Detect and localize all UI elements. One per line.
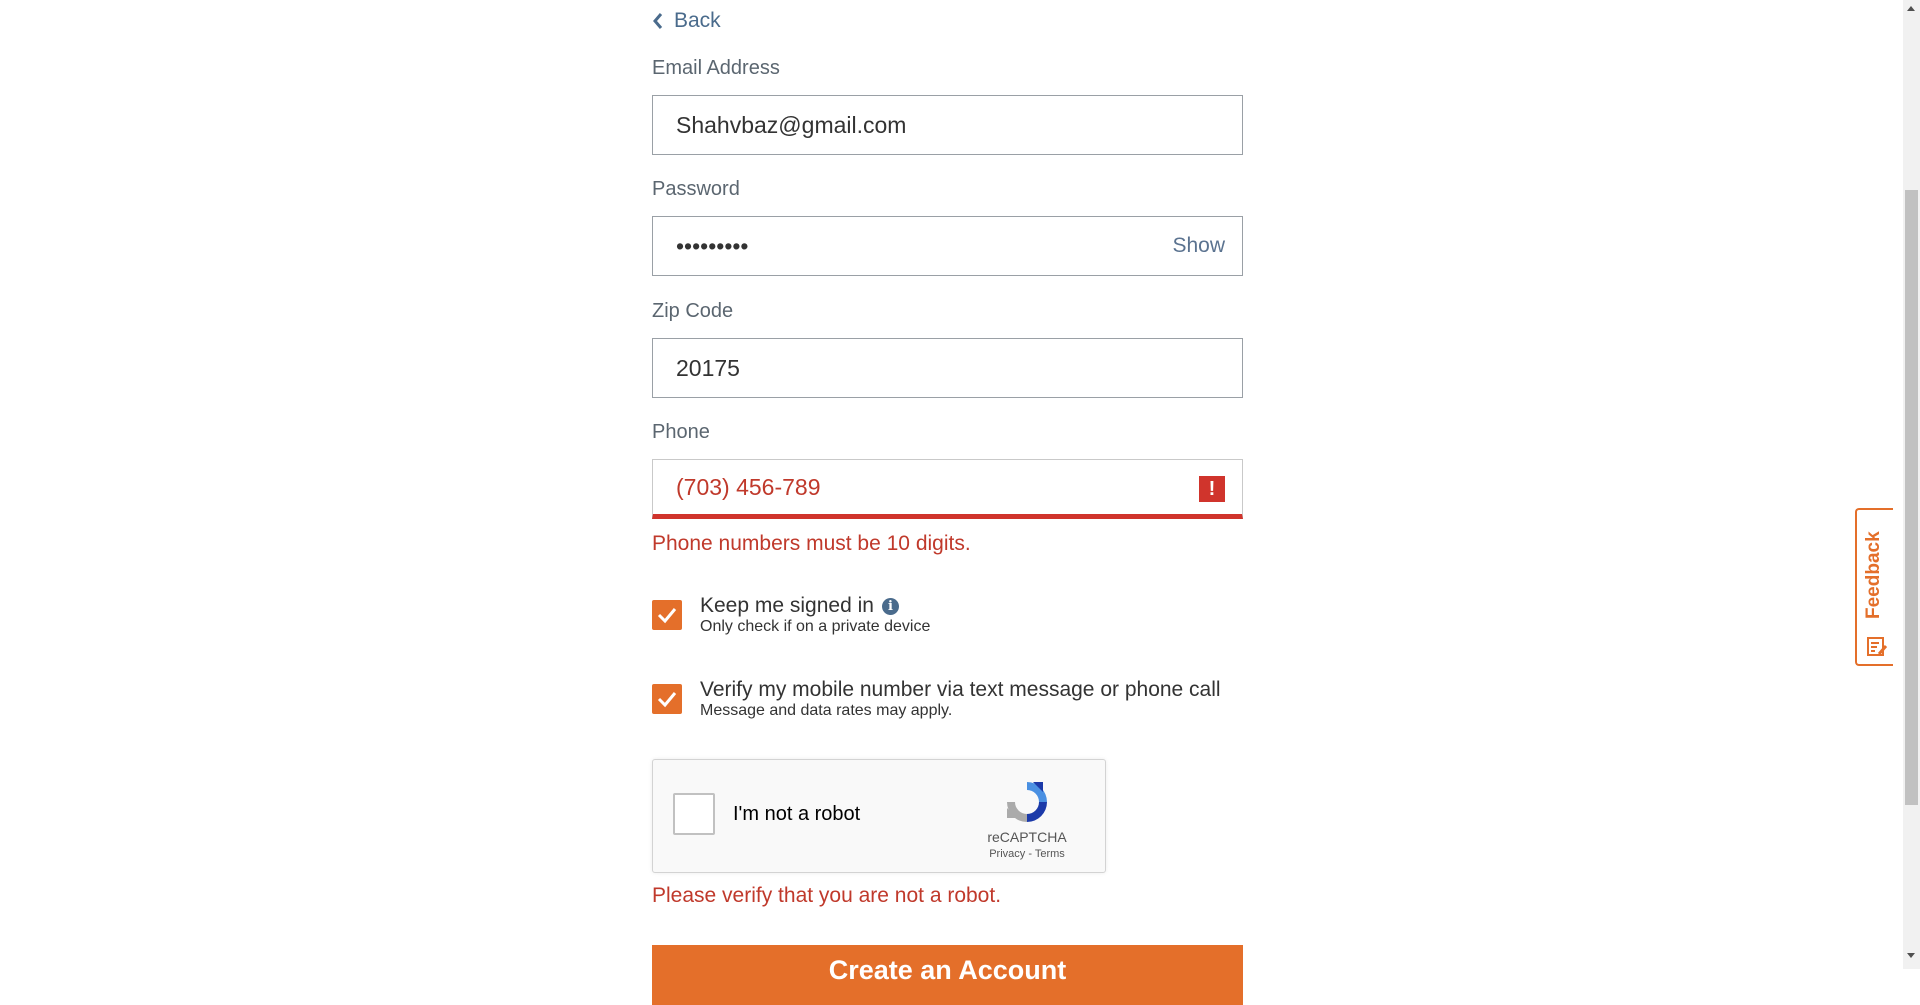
scroll-down-arrow-icon[interactable] bbox=[1907, 953, 1915, 958]
phone-error-message: Phone numbers must be 10 digits. bbox=[652, 532, 971, 555]
checkmark-icon bbox=[657, 608, 677, 624]
create-account-button[interactable]: Create an Account bbox=[652, 945, 1243, 1005]
feedback-tab[interactable]: Feedback bbox=[1855, 508, 1893, 666]
email-field[interactable]: Shahvbaz@gmail.com bbox=[652, 95, 1243, 155]
keep-signed-in-hint: Only check if on a private device bbox=[700, 618, 931, 635]
checkmark-icon bbox=[657, 692, 677, 708]
keep-signed-in-checkbox[interactable] bbox=[652, 600, 682, 630]
recaptcha-brand: reCAPTCHA bbox=[987, 829, 1067, 845]
zip-field[interactable]: 20175 bbox=[652, 338, 1243, 398]
zip-value: 20175 bbox=[676, 355, 740, 381]
phone-label: Phone bbox=[652, 421, 710, 443]
recaptcha-logo-icon bbox=[1007, 782, 1047, 822]
password-field[interactable]: ••••••••• Show bbox=[652, 216, 1243, 276]
scrollbar-thumb[interactable] bbox=[1905, 190, 1918, 805]
scroll-up-arrow-icon[interactable] bbox=[1907, 6, 1915, 11]
verify-mobile-checkbox[interactable] bbox=[652, 684, 682, 714]
email-value: Shahvbaz@gmail.com bbox=[676, 112, 907, 138]
password-label: Password bbox=[652, 178, 740, 200]
show-password-button[interactable]: Show bbox=[1172, 217, 1225, 275]
info-icon[interactable]: i bbox=[881, 597, 899, 615]
back-link[interactable]: Back bbox=[652, 9, 721, 33]
recaptcha-privacy-link[interactable]: Privacy bbox=[989, 848, 1025, 860]
keep-signed-in-option: Keep me signed in i bbox=[700, 594, 899, 618]
phone-value: (703) 456-789 bbox=[676, 474, 821, 500]
phone-field[interactable]: (703) 456-789 ! bbox=[652, 459, 1243, 519]
recaptcha-terms-link[interactable]: Terms bbox=[1035, 848, 1065, 860]
captcha-error-message: Please verify that you are not a robot. bbox=[652, 884, 1002, 907]
feedback-label: Feedback bbox=[1863, 531, 1884, 619]
recaptcha-links: Privacy - Terms bbox=[953, 848, 1101, 860]
error-icon: ! bbox=[1199, 476, 1225, 502]
zip-label: Zip Code bbox=[652, 300, 734, 322]
verify-mobile-hint: Message and data rates may apply. bbox=[700, 702, 953, 719]
keep-signed-in-label: Keep me signed in bbox=[700, 594, 874, 617]
recaptcha-checkbox[interactable] bbox=[673, 793, 715, 835]
email-label: Email Address bbox=[652, 57, 780, 79]
password-value: ••••••••• bbox=[676, 233, 749, 259]
recaptcha-widget: I'm not a robot reCAPTCHA Privacy - Term… bbox=[652, 759, 1106, 873]
recaptcha-label: I'm not a robot bbox=[733, 803, 861, 825]
feedback-form-icon bbox=[1867, 637, 1888, 656]
recaptcha-separator: - bbox=[1025, 848, 1035, 860]
chevron-left-icon bbox=[653, 13, 663, 29]
verify-mobile-label: Verify my mobile number via text message… bbox=[700, 678, 1221, 701]
page-scrollbar[interactable] bbox=[1903, 0, 1920, 969]
back-label: Back bbox=[674, 9, 721, 32]
